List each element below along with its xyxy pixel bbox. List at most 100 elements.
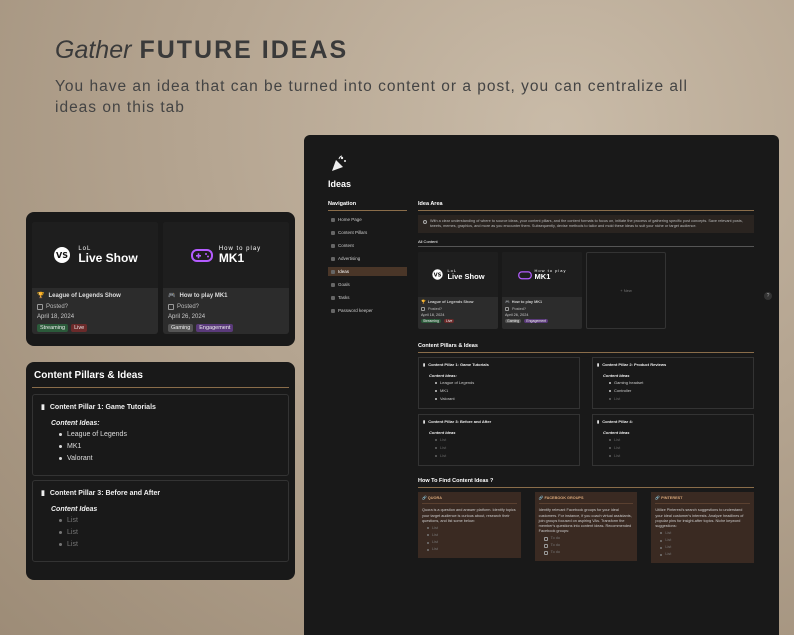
posted-checkbox[interactable] — [37, 304, 43, 310]
cover-big-text: MK1 — [218, 251, 245, 265]
lightbulb-icon — [331, 269, 335, 274]
pillar-icon: ▮ — [423, 419, 426, 425]
party-popper-icon — [332, 155, 346, 171]
nav-item-goals[interactable]: Goals — [328, 280, 407, 289]
pillars-grid: ▮ Content Pillar 1: Game Tutorials Conten… — [418, 357, 754, 467]
pillar-block: ▮ Content Pillar 2: Product Reviews Conte… — [592, 357, 754, 410]
posted-label: Posted? — [46, 304, 69, 310]
pillar-icon: ▮ — [41, 404, 45, 411]
nav-item-content[interactable]: Content — [328, 241, 407, 250]
ideas-gallery: VS LoL Live Show 🏆 League of Legends Show … — [418, 252, 754, 330]
posted-checkbox[interactable] — [421, 307, 425, 312]
card-title: How to play MK1 — [179, 292, 228, 299]
lol-logo-icon: VS — [432, 269, 444, 280]
quora-card: 🔗 QUORA Quora is a question and answer p… — [418, 492, 521, 559]
list-item: List — [59, 541, 280, 548]
gallery-card[interactable]: VS LoL Live Show 🏆 League of Legends Show … — [418, 252, 498, 330]
list-item: List — [59, 529, 280, 536]
gallery-card[interactable]: VS LoL Live Show 🏆 League of Legends Show… — [32, 222, 158, 334]
pillar-subtitle: Content Ideas: — [51, 420, 100, 427]
pillar-icon: ▮ — [41, 490, 45, 497]
app-window: Ideas Navigation Home Page Content Pilla… — [304, 135, 779, 635]
pillar-title: Content Pillar 1: Game Tutorials — [49, 403, 156, 411]
list-item: MK1 — [59, 443, 280, 450]
list-item: List — [427, 526, 517, 531]
card-date: April 26, 2024 — [168, 314, 206, 320]
list-item: Controller — [609, 388, 749, 393]
lol-logo-icon: VS — [54, 247, 71, 263]
pillar-title: Content Pillar 3: Before and After — [49, 489, 161, 497]
megaphone-icon — [331, 256, 335, 261]
info-icon — [423, 220, 427, 224]
hero-title-bold: FUTURE IDEAS — [139, 36, 349, 64]
gallery-card[interactable]: How to play MK1 🎮 How to play MK1 Posted?… — [163, 222, 289, 334]
gallery-card[interactable]: How to play MK1 🎮 How to play MK1 Posted? … — [502, 252, 582, 330]
content-icon — [331, 243, 335, 248]
list-item: Gaming headset — [609, 380, 749, 385]
trophy-icon: 🏆 — [37, 293, 45, 299]
home-icon — [331, 217, 335, 222]
list-item: List — [609, 396, 749, 401]
nav-item-home[interactable]: Home Page — [328, 215, 407, 224]
todo-item[interactable]: To do — [543, 543, 634, 548]
list-item: MK1 — [435, 388, 575, 393]
section-title: Content Pillars & Ideas — [418, 343, 754, 354]
pillar-block: ▮ Content Pillar 3: Before and After Cont… — [32, 480, 289, 562]
svg-text:VS: VS — [56, 251, 68, 260]
posted-label: Posted? — [177, 304, 200, 310]
list-item: List — [660, 552, 750, 557]
help-button[interactable]: ? — [764, 292, 772, 300]
list-item: List — [435, 445, 575, 450]
list-item: List — [609, 445, 749, 450]
hero-subtitle: You have an idea that can be turned into… — [55, 78, 688, 116]
pillar-block: ▮ Content Pillar 3: Before and After Cont… — [418, 414, 580, 467]
gallery-cover: VS LoL Live Show — [32, 222, 158, 288]
find-ideas-grid: 🔗 QUORA Quora is a question and answer p… — [418, 492, 755, 564]
target-icon — [331, 282, 335, 287]
nav-item-ideas[interactable]: Ideas — [328, 267, 407, 276]
gamepad-icon: 🎮 — [168, 293, 176, 299]
lock-icon — [331, 308, 335, 313]
pillar-icon: ▮ — [597, 419, 600, 425]
svg-text:VS: VS — [434, 273, 442, 279]
navigation-panel: Navigation Home Page Content Pillars Con… — [328, 201, 407, 319]
posted-checkbox[interactable] — [505, 307, 509, 312]
nav-item-advertising[interactable]: Advertising — [328, 254, 407, 263]
trophy-icon: 🏆 — [421, 300, 426, 305]
list-item: League of Legends — [59, 431, 280, 438]
page-title: Ideas — [328, 179, 352, 189]
tab-all-content[interactable]: All Content — [418, 239, 754, 248]
hero-title: Gather FUTURE IDEAS — [55, 36, 348, 65]
card-date: April 18, 2024 — [37, 314, 75, 320]
pillar-block: ▮ Content Pillar 1: Game Tutorials Conten… — [418, 357, 580, 410]
list-item: List — [59, 517, 280, 524]
nav-title: Navigation — [328, 201, 407, 211]
pillar-icon: ▮ — [597, 362, 600, 368]
pinterest-card: 🔗 PINTEREST Utilize Pinterest's search s… — [651, 492, 755, 564]
pillar-block: ▮ Content Pillar 4: Content Ideas List Li… — [592, 414, 754, 467]
main-content: Idea Area With a clear understanding of … — [418, 201, 755, 564]
pillar-subtitle: Content Ideas — [51, 506, 98, 513]
list-item: List — [609, 453, 749, 458]
tag: Streaming — [37, 324, 69, 332]
nav-item-tasks[interactable]: Tasks — [328, 293, 407, 302]
hero-title-light: Gather — [55, 36, 132, 64]
new-card-button[interactable]: + New — [586, 252, 666, 330]
gamepad-icon — [190, 249, 213, 262]
todo-item[interactable]: To do — [543, 536, 634, 541]
pillars-preview-card: Content Pillars & Ideas ▮ Content Pillar … — [26, 362, 295, 580]
list-item: List — [660, 545, 750, 550]
nav-item-password-keeper[interactable]: Password keeper — [328, 306, 407, 315]
checklist-icon — [331, 295, 335, 300]
gallery-cover: How to play MK1 — [163, 222, 289, 288]
list-item: List — [660, 538, 750, 543]
section-title: Idea Area — [418, 201, 754, 211]
nav-item-content-pillars[interactable]: Content Pillars — [328, 228, 407, 237]
tag: Live — [71, 324, 88, 332]
list-item: List — [427, 547, 517, 552]
list-item: Valorant — [59, 455, 280, 462]
todo-item[interactable]: To do — [543, 550, 634, 555]
list-item: List — [427, 540, 517, 545]
posted-checkbox[interactable] — [168, 304, 174, 310]
list-item: List — [427, 533, 517, 538]
